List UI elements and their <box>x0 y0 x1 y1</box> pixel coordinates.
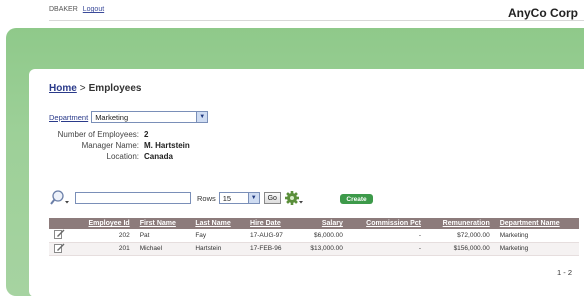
cell-first-name: Pat <box>134 229 191 243</box>
department-select-value: Marketing <box>95 112 129 122</box>
breadcrumb-separator: > <box>79 83 86 94</box>
table-row: 202 Pat Fay 17-AUG-97 $6,000.00 - $72,00… <box>49 229 579 243</box>
cell-last-name: Fay <box>190 229 246 243</box>
cell-commission-pct: - <box>347 229 426 243</box>
department-summary: Number of Employees: 2 Manager Name: M. … <box>29 130 229 163</box>
rows-select-value: 15 <box>222 193 232 203</box>
column-header[interactable]: Hire Date <box>245 218 297 229</box>
department-label-link[interactable]: Department <box>49 113 88 122</box>
summary-label: Location: <box>106 152 139 161</box>
summary-label: Manager Name: <box>81 141 139 150</box>
cell-hire-date: 17-FEB-96 <box>245 242 297 256</box>
rows-select[interactable]: 15 ▼ <box>218 192 260 204</box>
cell-department-name: Marketing <box>494 242 579 256</box>
edit-column-header <box>49 218 73 229</box>
header-divider <box>49 20 584 21</box>
chevron-down-icon: ▼ <box>247 193 259 203</box>
search-input[interactable] <box>75 192 191 204</box>
cell-employee-id: 202 <box>73 229 135 243</box>
edit-icon[interactable] <box>49 242 73 256</box>
gear-icon[interactable] <box>284 190 306 206</box>
pagination-range: 1 - 2 <box>556 268 572 277</box>
column-header[interactable]: Department Name <box>494 218 579 229</box>
column-header[interactable]: Commission Pct <box>347 218 426 229</box>
column-header[interactable]: Remuneration <box>426 218 495 229</box>
cell-commission-pct: - <box>347 242 426 256</box>
cell-hire-date: 17-AUG-97 <box>245 229 297 243</box>
column-header[interactable]: Salary <box>296 218 348 229</box>
logout-link[interactable]: Logout <box>83 6 104 13</box>
user-area: DBAKER Logout <box>49 6 104 13</box>
summary-row: Manager Name: M. Hartstein <box>29 141 229 152</box>
summary-label: Number of Employees: <box>57 130 139 139</box>
cell-remuneration: $156,000.00 <box>426 242 495 256</box>
username: DBAKER <box>49 6 78 13</box>
summary-value: M. Hartstein <box>144 141 190 150</box>
summary-row: Number of Employees: 2 <box>29 130 229 141</box>
cell-employee-id: 201 <box>73 242 135 256</box>
department-filter: Department Marketing ▼ <box>49 111 209 123</box>
top-bar: DBAKER Logout AnyCo Corp <box>0 0 584 28</box>
breadcrumb-current: Employees <box>88 83 142 94</box>
summary-value: Canada <box>144 152 173 161</box>
column-header[interactable]: Employee Id <box>73 218 135 229</box>
column-header[interactable]: First Name <box>134 218 191 229</box>
cell-salary: $13,000.00 <box>296 242 348 256</box>
summary-row: Location: Canada <box>29 152 229 163</box>
cell-department-name: Marketing <box>494 229 579 243</box>
table-header-row: Employee Id First Name Last Name Hire Da… <box>49 218 579 229</box>
department-select[interactable]: Marketing ▼ <box>91 111 209 123</box>
main-panel: Home > Employees Department Marketing ▼ Nu… <box>29 69 584 297</box>
chevron-down-icon: ▼ <box>196 112 208 122</box>
employees-report-table: Employee Id First Name Last Name Hire Da… <box>49 218 579 256</box>
search-icon[interactable] <box>49 190 75 206</box>
column-header[interactable]: Last Name <box>190 218 246 229</box>
brand-title: AnyCo Corp <box>508 6 578 20</box>
cell-last-name: Hartstein <box>190 242 246 256</box>
cell-remuneration: $72,000.00 <box>426 229 495 243</box>
create-button[interactable]: Create <box>340 194 373 204</box>
summary-value: 2 <box>144 130 149 139</box>
report-toolbar: Rows 15 ▼ Go <box>49 190 306 206</box>
breadcrumb-home-link[interactable]: Home <box>49 83 77 94</box>
go-button[interactable]: Go <box>263 192 281 204</box>
table-row: 201 Michael Hartstein 17-FEB-96 $13,000.… <box>49 242 579 256</box>
cell-salary: $6,000.00 <box>296 229 348 243</box>
cell-first-name: Michael <box>134 242 191 256</box>
edit-icon[interactable] <box>49 229 73 243</box>
rows-label: Rows <box>197 193 216 203</box>
breadcrumb: Home > Employees <box>49 83 141 94</box>
